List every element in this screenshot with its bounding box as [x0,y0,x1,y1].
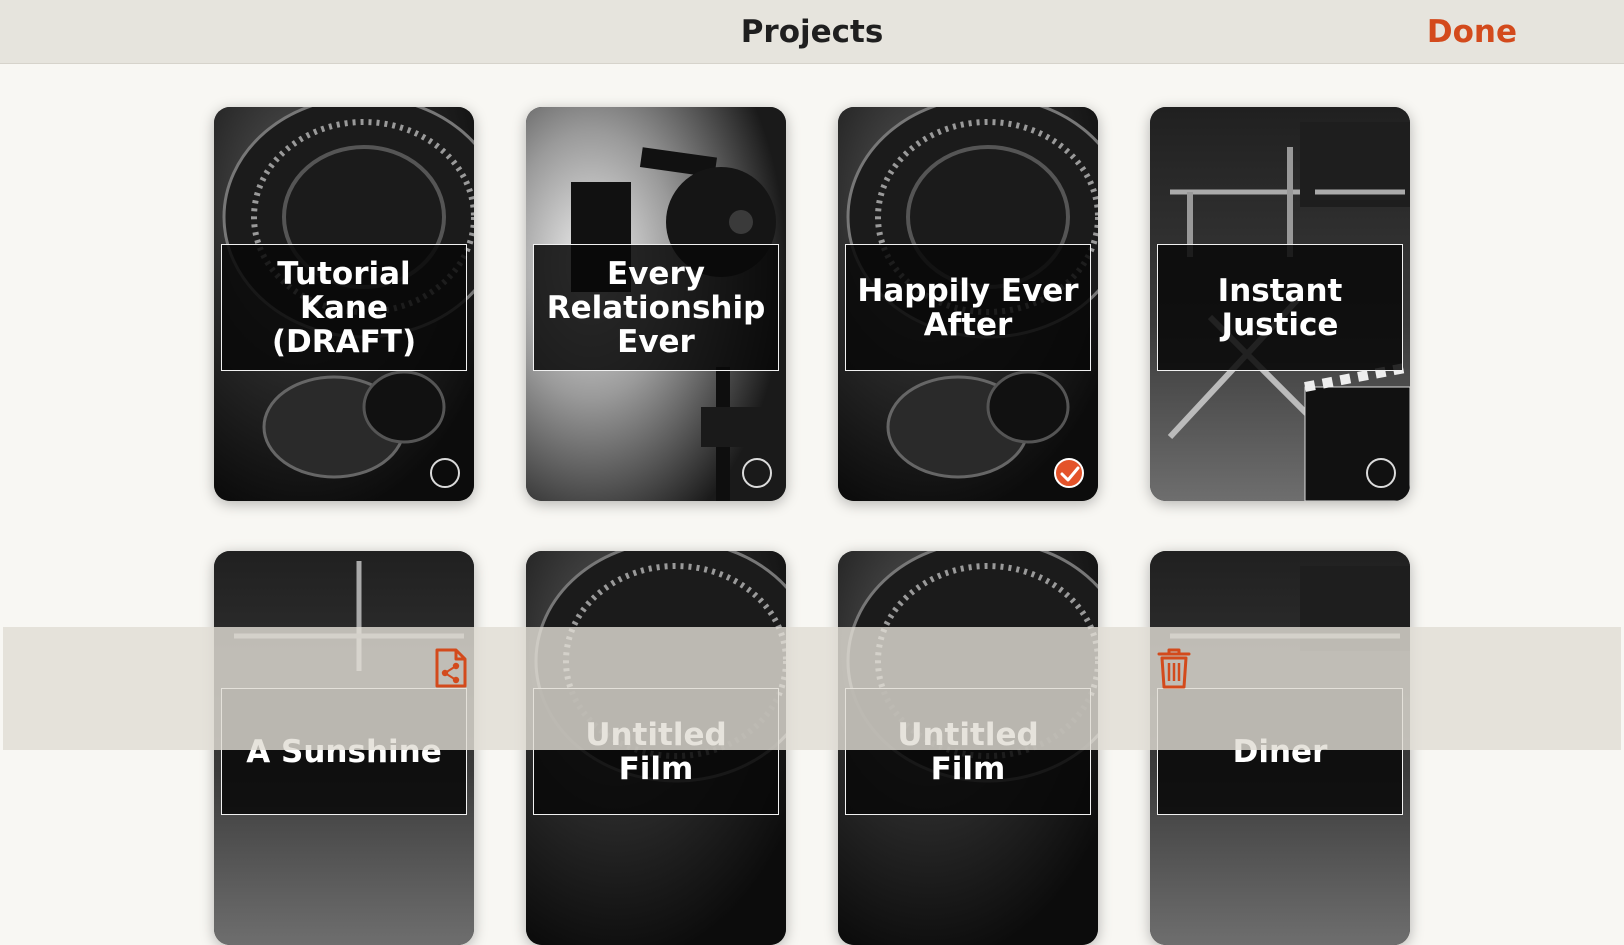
project-card[interactable]: Instant Justice [1150,107,1410,501]
page-title: Projects [740,14,884,50]
nav-header: Projects Done [0,0,1624,64]
select-toggle[interactable] [430,458,460,488]
select-toggle[interactable] [1366,458,1396,488]
project-title: Instant Justice [1157,244,1403,371]
project-card[interactable]: Tutorial Kane (DRAFT) [214,107,474,501]
trash-icon[interactable] [1157,647,1191,693]
project-title: Tutorial Kane (DRAFT) [221,244,467,371]
project-title: Happily Ever After [845,244,1091,371]
done-button[interactable]: Done [1427,14,1517,50]
project-title: Every Relationship Ever [533,244,779,371]
select-toggle-checked[interactable] [1054,458,1084,488]
checkmark-icon [1060,466,1080,482]
project-card[interactable]: Happily Ever After [838,107,1098,501]
select-toggle[interactable] [742,458,772,488]
project-card[interactable]: Every Relationship Ever [526,107,786,501]
share-document-icon[interactable] [434,647,468,693]
bottom-toolbar [3,627,1621,750]
